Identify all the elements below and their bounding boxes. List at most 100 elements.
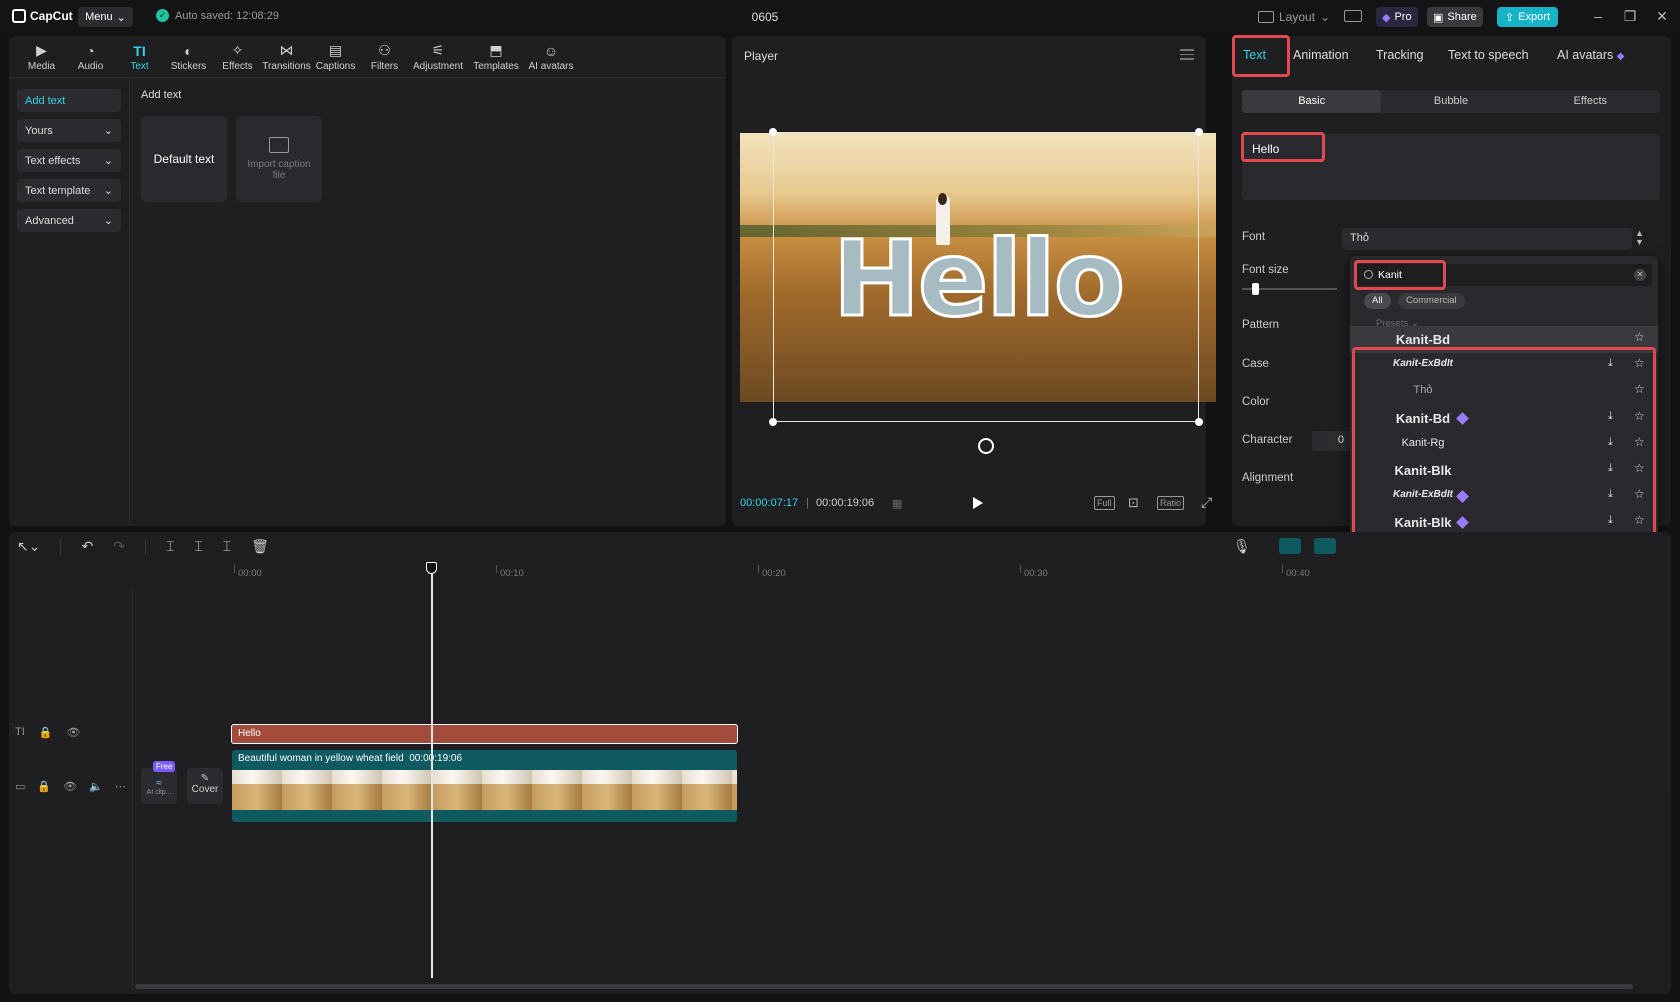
split-right-icon[interactable]: ⌶ [223, 538, 231, 555]
chevron-down-icon: ⌄ [1320, 10, 1331, 24]
tool-captions[interactable]: ▤ Captions [311, 36, 360, 77]
hamburger-icon[interactable] [1180, 49, 1194, 63]
tool-media[interactable]: ▶ Media [17, 36, 66, 77]
tab-tracking[interactable]: Tracking [1376, 48, 1423, 62]
tool-ai-avatars[interactable]: ☺ AI avatars [525, 36, 577, 77]
text-clip[interactable]: Hello [231, 724, 738, 744]
text-selection-box[interactable] [773, 132, 1199, 422]
rotate-icon[interactable] [978, 438, 994, 454]
text-icon: TI [133, 42, 146, 59]
clear-icon[interactable]: ✕ [1634, 269, 1646, 281]
magnet-icon[interactable] [1279, 538, 1301, 554]
subtab-effects[interactable]: Effects [1521, 90, 1660, 113]
sidebar-item-text-template[interactable]: Text template ⌄ [17, 179, 121, 202]
chip-commercial[interactable]: Commercial [1398, 293, 1465, 309]
sidebar-item-advanced[interactable]: Advanced ⌄ [17, 209, 121, 232]
chevron-down-icon: ⌄ [116, 11, 126, 24]
pattern-label: Pattern [1242, 319, 1280, 331]
resize-handle[interactable] [769, 418, 777, 426]
eye-icon[interactable]: 👁 [63, 780, 77, 793]
resize-handle[interactable] [769, 128, 777, 136]
filters-icon: ⚇ [378, 42, 391, 58]
eye-icon[interactable]: 👁 [66, 726, 80, 739]
tab-text-to-speech[interactable]: Text to speech [1448, 48, 1529, 62]
more-icon[interactable]: ⋯ [115, 780, 126, 793]
delete-icon[interactable]: 🗑 [251, 538, 269, 555]
resize-handle[interactable] [1195, 418, 1203, 426]
playhead-handle[interactable] [426, 562, 437, 574]
tool-stickers[interactable]: ◐ Stickers [164, 36, 213, 77]
subtab-bubble[interactable]: Bubble [1381, 90, 1520, 113]
export-button[interactable]: ⇪ Export [1497, 7, 1559, 27]
volume-icon[interactable]: 🔈 [89, 780, 103, 793]
close-icon[interactable]: ✕ [1654, 8, 1670, 24]
transitions-icon: ⋈ [279, 42, 294, 58]
lock-icon[interactable]: 🔒 [37, 780, 51, 793]
tool-effects[interactable]: ✧ Effects [213, 36, 262, 77]
split-icon[interactable]: ⌶ [166, 538, 174, 555]
lock-icon[interactable]: 🔒 [39, 726, 53, 739]
chip-all[interactable]: All [1364, 293, 1391, 309]
tab-ai-avatars[interactable]: AI avatars ◆ [1557, 48, 1624, 62]
slider-handle[interactable] [1252, 283, 1259, 295]
restore-icon[interactable]: ❐ [1622, 8, 1638, 24]
undo-icon[interactable]: ↶ [81, 538, 93, 555]
ai-clip-button[interactable]: ≈ AI clip... [141, 768, 177, 804]
diamond-icon: ◆ [1382, 11, 1391, 24]
timeline-ruler[interactable]: 00:00 00:10 00:20 00:30 00:40 [234, 565, 1354, 585]
tool-templates[interactable]: ⬒ Templates [467, 36, 525, 77]
import-caption-card[interactable]: Import caption file [236, 116, 322, 202]
split-left-icon[interactable]: ⌶ [194, 538, 202, 555]
subtab-basic[interactable]: Basic [1242, 90, 1382, 113]
playhead[interactable] [431, 562, 433, 978]
resize-handle[interactable] [1195, 128, 1203, 136]
character-input[interactable]: 0 [1312, 431, 1352, 451]
layout-label: Layout [1279, 10, 1316, 24]
sidebar-item-add-text[interactable]: Add text [17, 89, 121, 112]
sidebar-item-text-effects[interactable]: Text effects ⌄ [17, 149, 121, 172]
tool-filters[interactable]: ⚇ Filters [360, 36, 409, 77]
redo-icon[interactable]: ↷ [113, 538, 125, 555]
timeline-scrollbar[interactable] [135, 984, 1633, 989]
cover-button[interactable]: ✎ Cover [187, 768, 223, 804]
menu-button[interactable]: Menu ⌄ [78, 7, 133, 27]
timeline-grid-icon[interactable]: ▦ [892, 497, 902, 510]
templates-icon: ⬒ [489, 42, 503, 58]
full-button[interactable]: Full [1094, 496, 1115, 510]
diamond-icon: ◆ [1616, 51, 1625, 62]
fit-icon[interactable]: ⊡ [1128, 495, 1139, 511]
play-icon[interactable] [973, 497, 983, 509]
captions-icon: ▤ [328, 42, 343, 58]
select-cursor-icon[interactable]: ↖⌄ [17, 538, 40, 555]
tool-text[interactable]: TI Text [115, 36, 164, 77]
layout-button[interactable]: Layout ⌄ [1258, 10, 1330, 24]
player-title: Player [744, 49, 779, 63]
highlight-text-tab [1232, 35, 1290, 77]
pro-button[interactable]: ◆ Pro [1376, 7, 1418, 27]
microphone-icon[interactable]: 🎙 [1233, 538, 1251, 555]
tool-audio[interactable]: ◔ Audio [66, 36, 115, 77]
color-label: Color [1242, 396, 1270, 408]
shortcuts-icon[interactable] [1344, 10, 1362, 22]
stepper-icon[interactable]: ▲ ▼ [1635, 229, 1644, 247]
minimize-icon[interactable]: – [1590, 8, 1606, 24]
share-button[interactable]: ▣ Share [1427, 7, 1483, 27]
font-size-label: Font size [1242, 264, 1289, 276]
favorite-star-icon[interactable]: ☆ [1634, 330, 1645, 344]
link-icon[interactable] [1314, 538, 1336, 554]
tool-transitions[interactable]: ⋈ Transitions [262, 36, 311, 77]
default-text-card[interactable]: Default text [141, 116, 227, 202]
font-option-label: Kanit-Bd [1395, 332, 1451, 347]
video-clip[interactable]: Beautiful woman in yellow wheat field 00… [232, 750, 737, 822]
font-select[interactable]: Thỏ [1342, 228, 1632, 250]
ratio-button[interactable]: Ratio [1157, 496, 1185, 510]
fullscreen-icon[interactable]: ⤢ [1201, 494, 1212, 511]
video-track-header: ▭ 🔒 👁 🔈 ⋯ [15, 780, 126, 793]
total-time: 00:00:19:06 [816, 497, 875, 509]
tool-adjustment[interactable]: ⚟ Adjustment [409, 36, 467, 77]
ai-clip-icon: ≈ [156, 778, 162, 789]
project-title[interactable]: 0605 [740, 10, 790, 24]
tab-animation[interactable]: Animation [1293, 48, 1349, 62]
highlight-text-input [1241, 132, 1325, 162]
sidebar-item-yours[interactable]: Yours ⌄ [17, 119, 121, 142]
